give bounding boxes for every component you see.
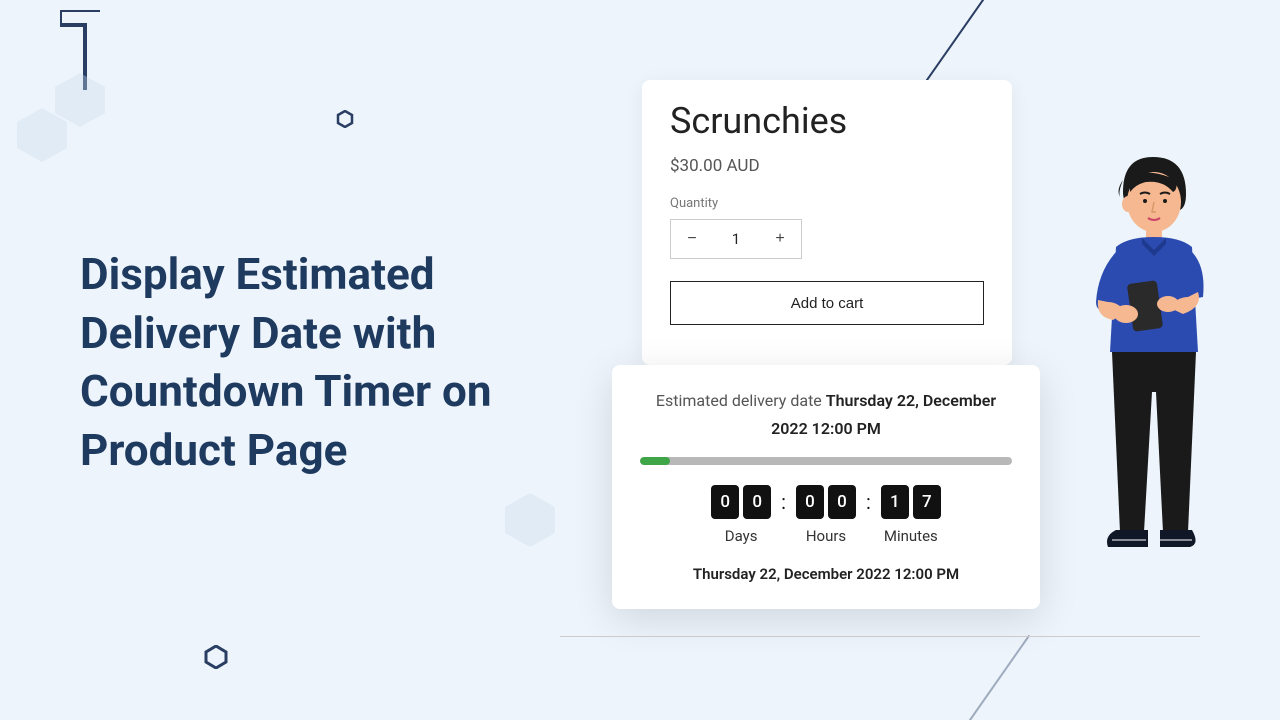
digit: 0: [711, 485, 739, 519]
estimated-delivery-text: Estimated delivery date Thursday 22, Dec…: [640, 387, 1012, 443]
separator: :: [781, 485, 786, 519]
product-title: Scrunchies: [670, 100, 984, 142]
countdown-days: 0 0 Days: [711, 485, 771, 545]
quantity-stepper[interactable]: − 1 +: [670, 219, 802, 259]
add-to-cart-button[interactable]: Add to cart: [670, 281, 984, 325]
digit: 1: [881, 485, 909, 519]
product-price: $30.00 AUD: [670, 156, 984, 176]
progress-bar: [640, 457, 1012, 465]
progress-fill: [640, 457, 670, 465]
product-card: Scrunchies $30.00 AUD Quantity − 1 + Add…: [642, 80, 1012, 365]
separator: :: [866, 485, 871, 519]
hexagon-icon: [204, 645, 228, 669]
digit: 0: [796, 485, 824, 519]
days-label: Days: [725, 527, 758, 545]
quantity-value: 1: [713, 230, 759, 248]
countdown-minutes: 1 7 Minutes: [881, 485, 941, 545]
delivery-countdown-card: Estimated delivery date Thursday 22, Dec…: [612, 365, 1040, 609]
qty-increase-button[interactable]: +: [759, 220, 801, 258]
digit: 0: [828, 485, 856, 519]
baseline-divider: [560, 636, 1200, 637]
hours-label: Hours: [806, 527, 846, 545]
hexagon-icon: [336, 110, 354, 128]
minutes-label: Minutes: [884, 527, 938, 545]
hexagon-icon: [500, 490, 560, 550]
hexagon-icon: [50, 70, 110, 130]
est-prefix: Estimated delivery date: [656, 391, 826, 410]
person-illustration: [1068, 152, 1228, 572]
qty-decrease-button[interactable]: −: [671, 220, 713, 258]
quantity-label: Quantity: [670, 196, 984, 211]
diagonal-line: [948, 635, 1030, 720]
digit: 7: [913, 485, 941, 519]
delivery-date-footer: Thursday 22, December 2022 12:00 PM: [640, 565, 1012, 583]
countdown-timer: 0 0 Days : 0 0 Hours : 1 7 Minutes: [640, 485, 1012, 545]
digit: 0: [743, 485, 771, 519]
page-headline: Display Estimated Delivery Date with Cou…: [80, 245, 580, 479]
countdown-hours: 0 0 Hours: [796, 485, 856, 545]
